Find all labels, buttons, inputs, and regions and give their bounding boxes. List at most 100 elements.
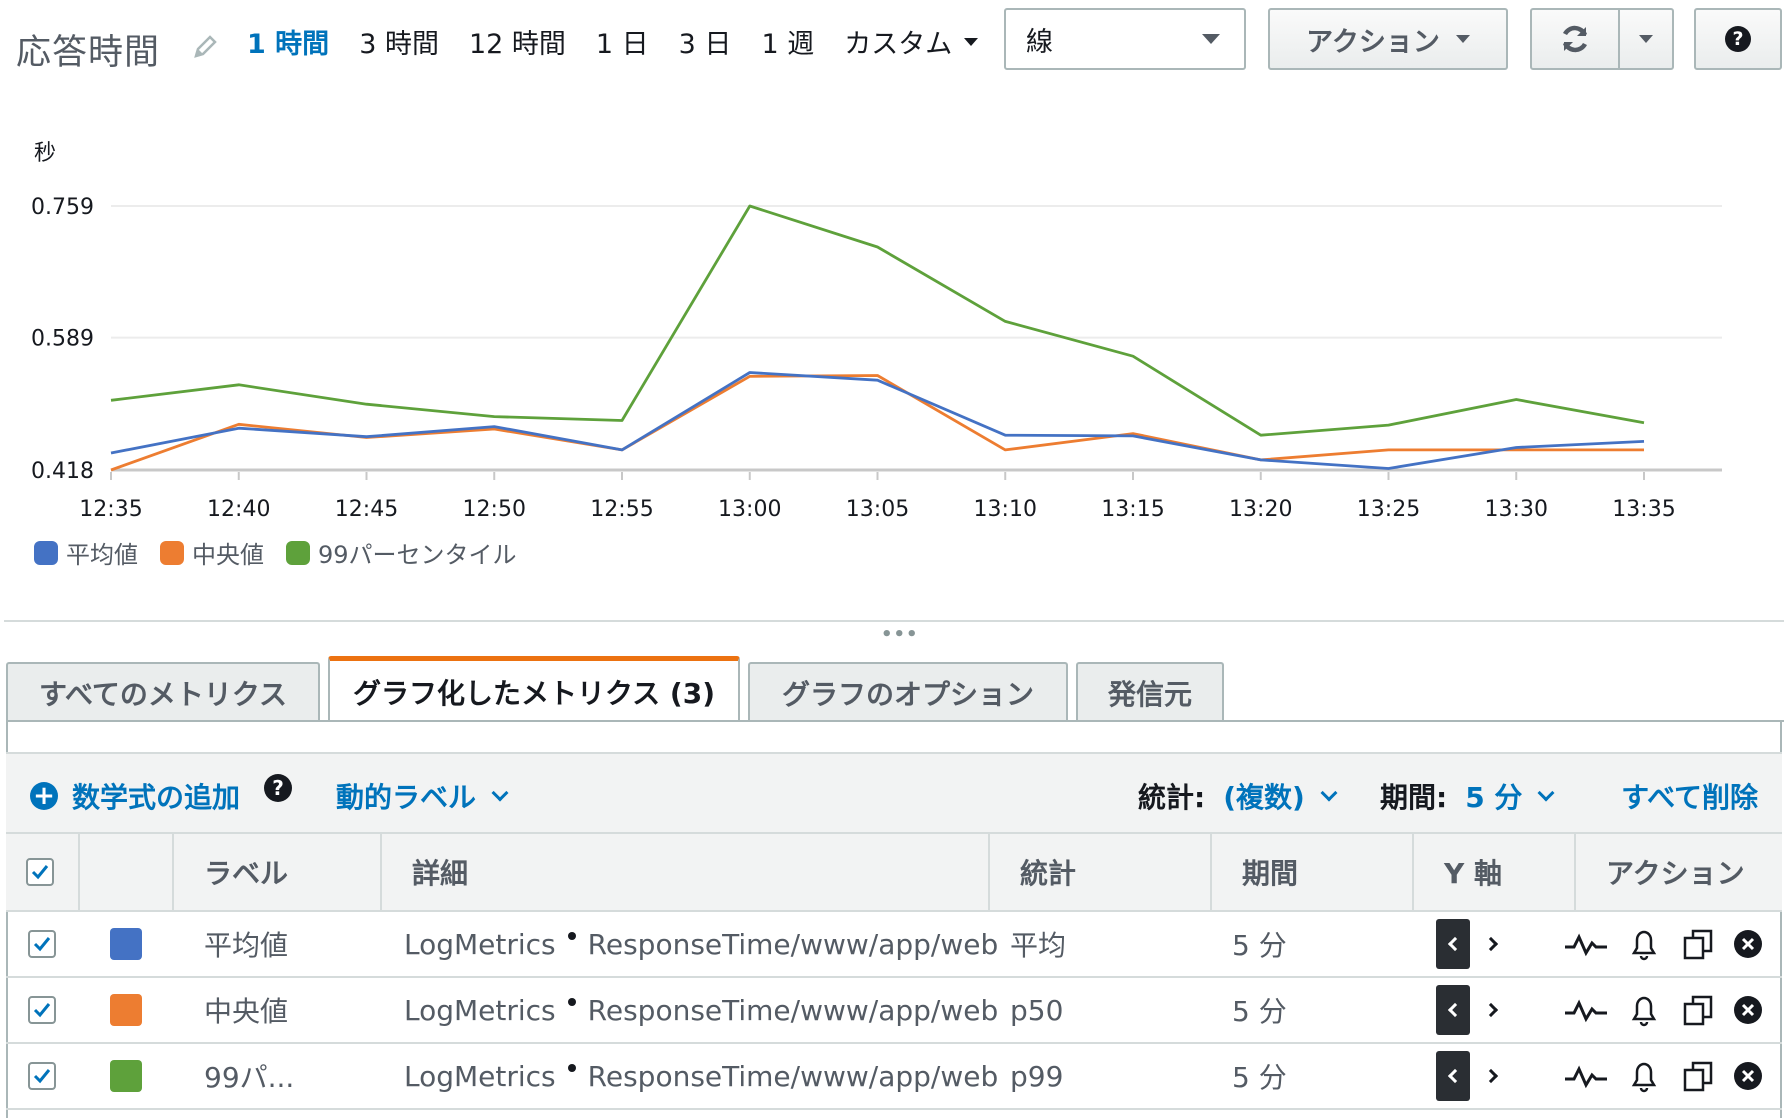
series-color-swatch[interactable]	[110, 1060, 142, 1092]
stats-dropdown[interactable]: 統計: (複数)	[1138, 776, 1338, 816]
pencil-icon[interactable]	[192, 32, 218, 62]
row-checkbox[interactable]	[28, 1062, 56, 1090]
help-icon[interactable]: ?	[264, 774, 292, 802]
remove-icon[interactable]	[1734, 996, 1762, 1024]
header: 応答時間 1 時間 3 時間 12 時間 1 日 3 日 1 週 カスタム 線 …	[0, 0, 1784, 90]
row-actions	[1564, 912, 1762, 976]
range-3h[interactable]: 3 時間	[359, 22, 439, 61]
y-axis-left-button[interactable]	[1436, 919, 1470, 969]
tab-graph-options[interactable]: グラフのオプション	[748, 662, 1068, 722]
period-value: 5 分	[1465, 781, 1523, 814]
copy-icon[interactable]	[1680, 926, 1716, 962]
range-1h[interactable]: 1 時間	[247, 22, 329, 61]
check-icon	[33, 937, 51, 952]
graph-icon[interactable]	[1564, 926, 1608, 962]
legend-swatch	[286, 540, 310, 565]
row-stat[interactable]: 平均	[1010, 912, 1066, 976]
help-icon: ?	[1725, 26, 1751, 52]
x-tick-label: 12:40	[207, 497, 270, 522]
row-label[interactable]: 99パ...	[204, 1044, 294, 1108]
tab-graphed-metrics[interactable]: グラフ化したメトリクス (3)	[328, 656, 740, 722]
row-period[interactable]: 5 分	[1232, 912, 1287, 976]
period-label: 期間:	[1380, 781, 1448, 814]
chart-legend: 平均値 中央値 99パーセンタイル	[34, 535, 539, 570]
row-stat[interactable]: p99	[1010, 1044, 1063, 1108]
y-axis-left-button[interactable]	[1436, 1051, 1470, 1101]
select-all-checkbox[interactable]	[26, 858, 54, 886]
remove-all-link[interactable]: すべて削除	[1621, 776, 1758, 816]
series-color-swatch[interactable]	[110, 994, 142, 1026]
x-tick-label: 13:05	[846, 497, 909, 522]
x-tick-label: 13:00	[718, 497, 781, 522]
row-metric: ResponseTime/www/app/web	[587, 1059, 999, 1093]
range-12h[interactable]: 12 時間	[469, 22, 566, 61]
page-title: 応答時間	[16, 33, 161, 73]
add-math-label: 数学式の追加	[72, 781, 241, 814]
legend-item-avg[interactable]: 平均値	[34, 535, 138, 570]
bell-icon[interactable]	[1626, 1058, 1662, 1094]
y-axis-unit-label: 秒	[34, 141, 56, 166]
chart-type-select[interactable]: 線	[1004, 8, 1246, 70]
y-axis-right-button[interactable]	[1476, 919, 1510, 969]
panel-splitter[interactable]	[4, 620, 1784, 622]
column-details[interactable]: 詳細	[382, 834, 990, 910]
row-label[interactable]: 平均値	[204, 912, 288, 976]
tab-source[interactable]: 発信元	[1076, 662, 1224, 722]
dynamic-label-dropdown[interactable]: 動的ラベル	[336, 776, 509, 816]
column-period[interactable]: 期間	[1212, 834, 1414, 910]
column-y-axis[interactable]: Y 軸	[1414, 834, 1576, 910]
y-axis-right-button[interactable]	[1476, 1051, 1510, 1101]
y-axis-right-button[interactable]	[1476, 985, 1510, 1035]
row-checkbox[interactable]	[28, 996, 56, 1024]
legend-label: 中央値	[192, 541, 264, 569]
y-axis-left-button[interactable]	[1436, 985, 1470, 1035]
row-details: LogMetrics ResponseTime/www/app/web	[404, 978, 998, 1042]
row-label[interactable]: 中央値	[204, 978, 288, 1042]
row-metric: ResponseTime/www/app/web	[587, 993, 999, 1027]
row-checkbox[interactable]	[28, 930, 56, 958]
range-1d[interactable]: 1 日	[596, 22, 649, 61]
drag-handle-icon[interactable]: •••	[881, 626, 919, 644]
remove-icon[interactable]	[1734, 930, 1762, 958]
remove-icon[interactable]	[1734, 1062, 1762, 1090]
refresh-button[interactable]	[1530, 8, 1620, 70]
tab-all-metrics[interactable]: すべてのメトリクス	[6, 662, 320, 722]
check-icon	[31, 865, 49, 880]
row-actions	[1564, 1044, 1762, 1108]
legend-swatch	[34, 540, 58, 565]
legend-item-median[interactable]: 中央値	[160, 535, 264, 570]
bell-icon[interactable]	[1626, 992, 1662, 1028]
graph-icon[interactable]	[1564, 992, 1608, 1028]
row-stat[interactable]: p50	[1010, 978, 1063, 1042]
table-row: 中央値 LogMetrics ResponseTime/www/app/web …	[6, 978, 1782, 1044]
bell-icon[interactable]	[1626, 926, 1662, 962]
actions-label: アクション	[1306, 26, 1440, 58]
add-math-button[interactable]: + 数学式の追加	[30, 776, 240, 816]
range-3d[interactable]: 3 日	[679, 22, 732, 61]
actions-button[interactable]: アクション	[1268, 8, 1508, 70]
x-tick-label: 13:20	[1229, 497, 1292, 522]
graph-icon[interactable]	[1564, 1058, 1608, 1094]
row-namespace: LogMetrics	[404, 927, 556, 961]
row-period[interactable]: 5 分	[1232, 978, 1287, 1042]
copy-icon[interactable]	[1680, 1058, 1716, 1094]
help-button[interactable]: ?	[1694, 8, 1782, 70]
legend-swatch	[160, 540, 184, 565]
y-tick-label: 0.418	[31, 459, 94, 484]
column-label[interactable]: ラベル	[174, 834, 382, 910]
legend-item-p99[interactable]: 99パーセンタイル	[286, 535, 517, 570]
y-axis-switch	[1436, 1044, 1510, 1108]
column-stat[interactable]: 統計	[990, 834, 1212, 910]
refresh-options-button[interactable]	[1618, 8, 1674, 70]
copy-icon[interactable]	[1680, 992, 1716, 1028]
color-column-header	[80, 834, 174, 910]
y-axis-switch	[1436, 978, 1510, 1042]
row-period[interactable]: 5 分	[1232, 1044, 1287, 1108]
stats-value: (複数)	[1223, 781, 1305, 814]
series-color-swatch[interactable]	[110, 928, 142, 960]
period-dropdown[interactable]: 期間: 5 分	[1380, 776, 1555, 816]
y-tick-label: 0.759	[31, 195, 94, 220]
range-1w[interactable]: 1 週	[761, 22, 814, 61]
legend-label: 99パーセンタイル	[318, 541, 517, 569]
range-custom[interactable]: カスタム	[844, 22, 979, 61]
